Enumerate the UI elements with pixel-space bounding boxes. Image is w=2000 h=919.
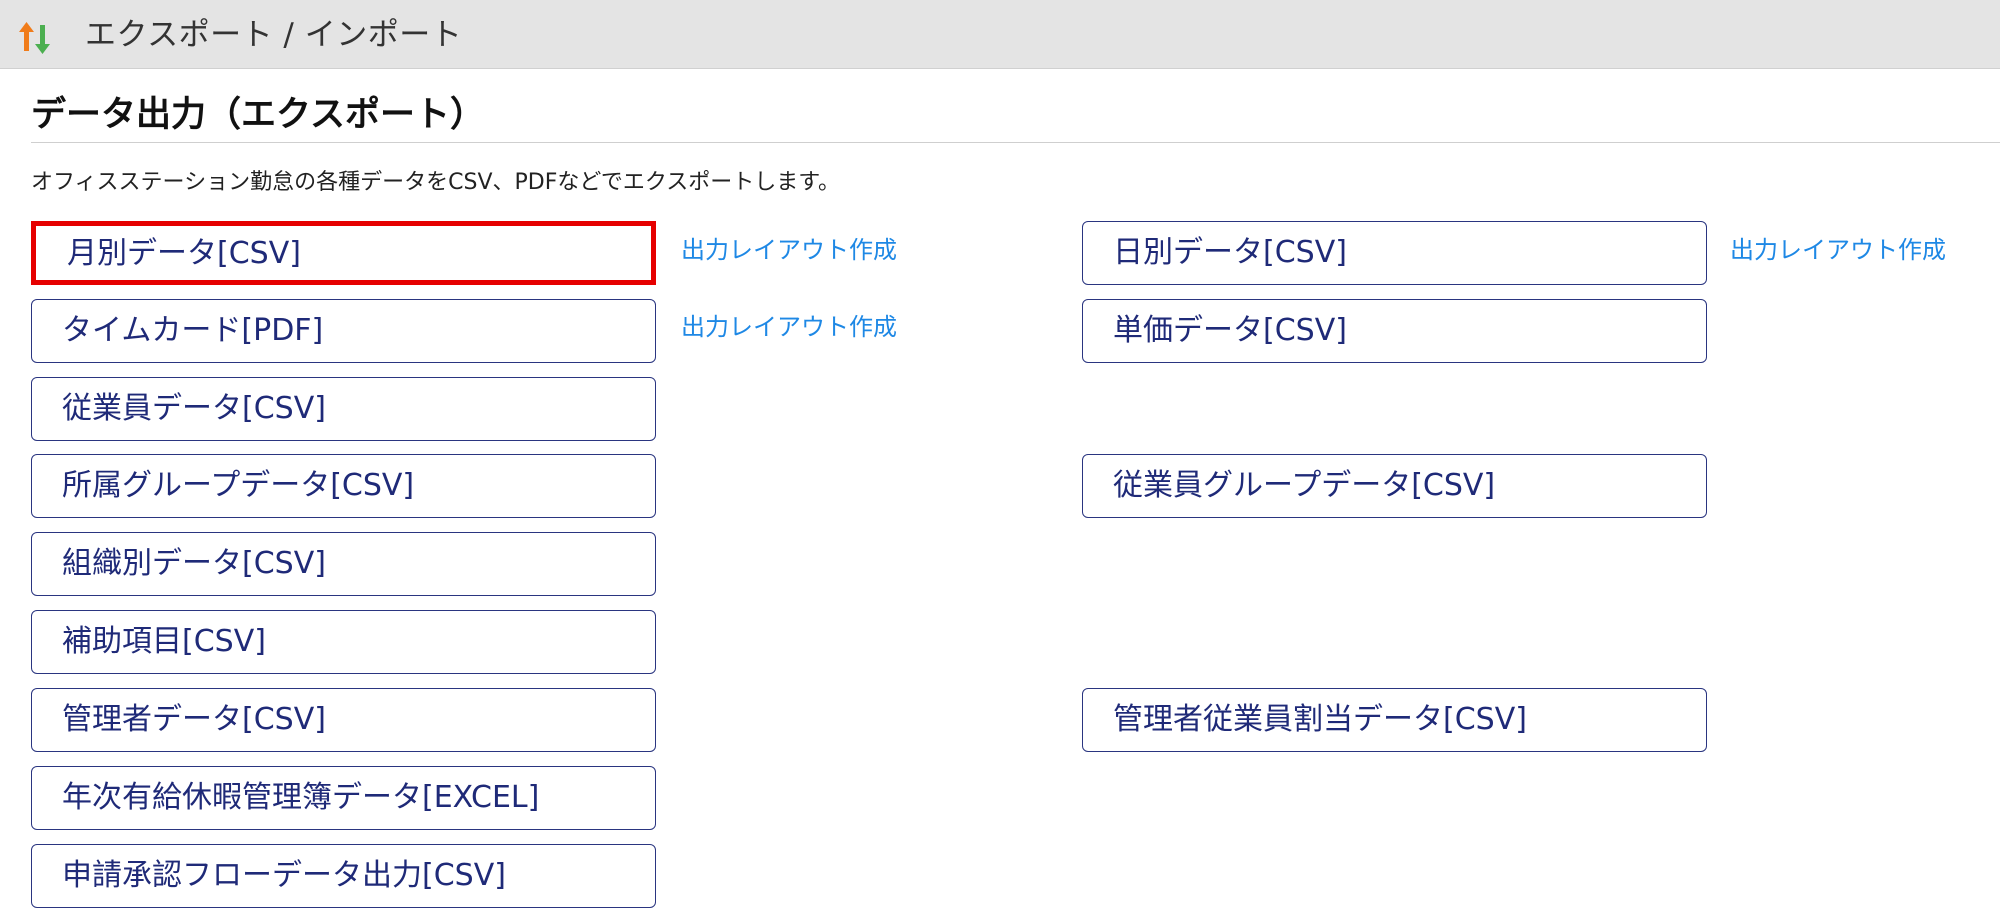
export-affiliation-group-button[interactable]: 所属グループデータ[CSV]: [31, 454, 656, 518]
export-unit-price-button[interactable]: 単価データ[CSV]: [1082, 299, 1707, 363]
export-timecard-button[interactable]: タイムカード[PDF]: [31, 299, 656, 363]
export-employee-data-button[interactable]: 従業員データ[CSV]: [31, 377, 656, 441]
section-description: オフィスステーション勤怠の各種データをCSV、PDFなどでエクスポートします。: [31, 170, 841, 195]
export-paid-leave-ledger-button[interactable]: 年次有給休暇管理簿データ[EXCEL]: [31, 766, 656, 830]
export-monthly-data-button[interactable]: 月別データ[CSV]: [31, 221, 656, 285]
daily-output-layout-link[interactable]: 出力レイアウト作成: [1730, 234, 1946, 266]
export-daily-data-button[interactable]: 日別データ[CSV]: [1082, 221, 1707, 285]
export-employee-group-button[interactable]: 従業員グループデータ[CSV]: [1082, 454, 1707, 518]
timecard-output-layout-link[interactable]: 出力レイアウト作成: [681, 311, 897, 343]
import-export-arrows-icon: [19, 22, 50, 54]
monthly-output-layout-link[interactable]: 出力レイアウト作成: [681, 234, 897, 266]
section-divider: [31, 142, 2000, 143]
header-title: エクスポート / インポート: [85, 17, 463, 53]
header-bar: エクスポート / インポート: [0, 0, 2000, 69]
export-organization-data-button[interactable]: 組織別データ[CSV]: [31, 532, 656, 596]
export-admin-data-button[interactable]: 管理者データ[CSV]: [31, 688, 656, 752]
export-auxiliary-items-button[interactable]: 補助項目[CSV]: [31, 610, 656, 674]
export-approval-flow-button[interactable]: 申請承認フローデータ出力[CSV]: [31, 844, 656, 908]
section-title: データ出力（エクスポート）: [31, 95, 485, 135]
export-admin-employee-assignment-button[interactable]: 管理者従業員割当データ[CSV]: [1082, 688, 1707, 752]
